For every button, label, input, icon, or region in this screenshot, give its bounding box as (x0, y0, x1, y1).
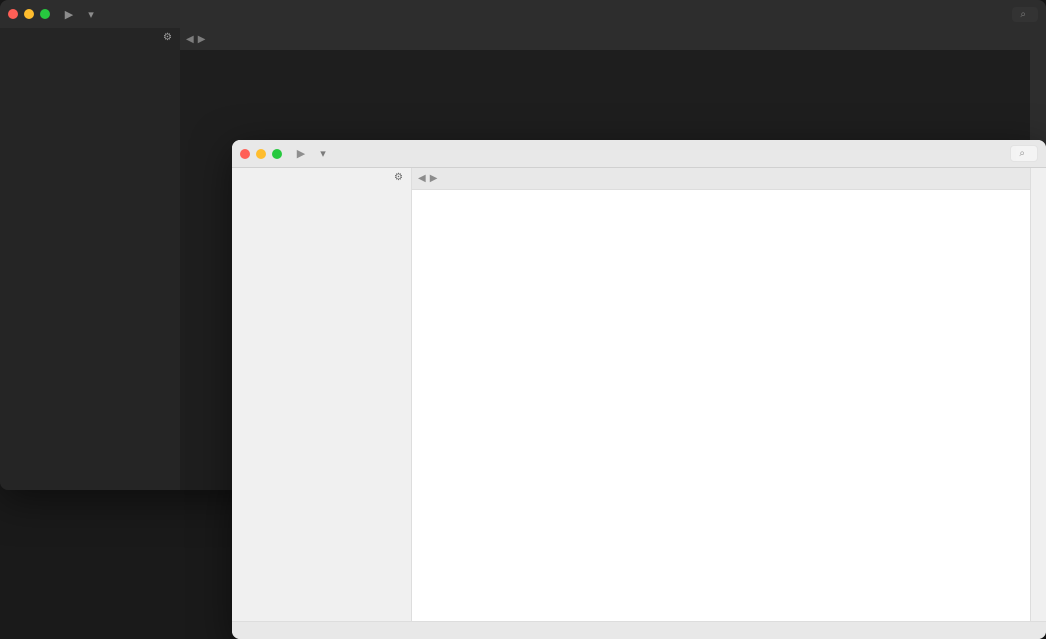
nav-forward-icon[interactable]: ▶ (430, 173, 438, 184)
solution-header: ⚙ (232, 168, 411, 187)
window-controls (240, 149, 282, 159)
code-editor[interactable] (412, 190, 1030, 621)
editor-area: ◀ ▶ (412, 168, 1030, 621)
search-input[interactable]: ⌕ (1012, 7, 1038, 22)
right-tool-strip (1030, 168, 1046, 621)
line-gutter (180, 50, 216, 490)
search-icon: ⌕ (1020, 9, 1026, 20)
nav-forward-icon[interactable]: ▶ (198, 34, 206, 45)
line-gutter (412, 190, 448, 621)
code-content[interactable] (448, 190, 1030, 621)
play-icon[interactable]: ▶ (62, 7, 76, 21)
editor-tabs: ◀ ▶ (180, 28, 1030, 50)
nav-back-icon[interactable]: ◀ (186, 34, 194, 45)
titlebar: ▶ ▾ ⌕ (232, 140, 1046, 168)
sidebar-options-icon[interactable]: ⚙ (394, 172, 403, 183)
maximize-button[interactable] (272, 149, 282, 159)
solution-header: ⚙ (0, 28, 180, 47)
ide-window-light: ▶ ▾ ⌕ ⚙ ◀ ▶ (232, 140, 1046, 639)
minimize-button[interactable] (256, 149, 266, 159)
tab-nav: ◀ ▶ (412, 168, 443, 189)
close-button[interactable] (240, 149, 250, 159)
titlebar: ▶ ▾ ⌕ (0, 0, 1046, 28)
settings-icon[interactable]: ▾ (316, 147, 330, 161)
play-icon[interactable]: ▶ (294, 147, 308, 161)
settings-icon[interactable]: ▾ (84, 7, 98, 21)
sidebar-options-icon[interactable]: ⚙ (163, 32, 172, 43)
search-icon: ⌕ (1019, 148, 1025, 159)
toolbar-controls: ▶ ▾ (62, 7, 98, 21)
maximize-button[interactable] (40, 9, 50, 19)
tab-nav: ◀ ▶ (180, 28, 211, 50)
window-controls (8, 9, 50, 19)
minimize-button[interactable] (24, 9, 34, 19)
solution-explorer[interactable]: ⚙ (232, 168, 412, 621)
toolbar-controls: ▶ ▾ (294, 147, 330, 161)
status-bar (232, 621, 1046, 639)
search-input[interactable]: ⌕ (1010, 145, 1038, 162)
solution-explorer[interactable]: ⚙ (0, 28, 180, 490)
editor-tabs: ◀ ▶ (412, 168, 1030, 190)
nav-back-icon[interactable]: ◀ (418, 173, 426, 184)
close-button[interactable] (8, 9, 18, 19)
